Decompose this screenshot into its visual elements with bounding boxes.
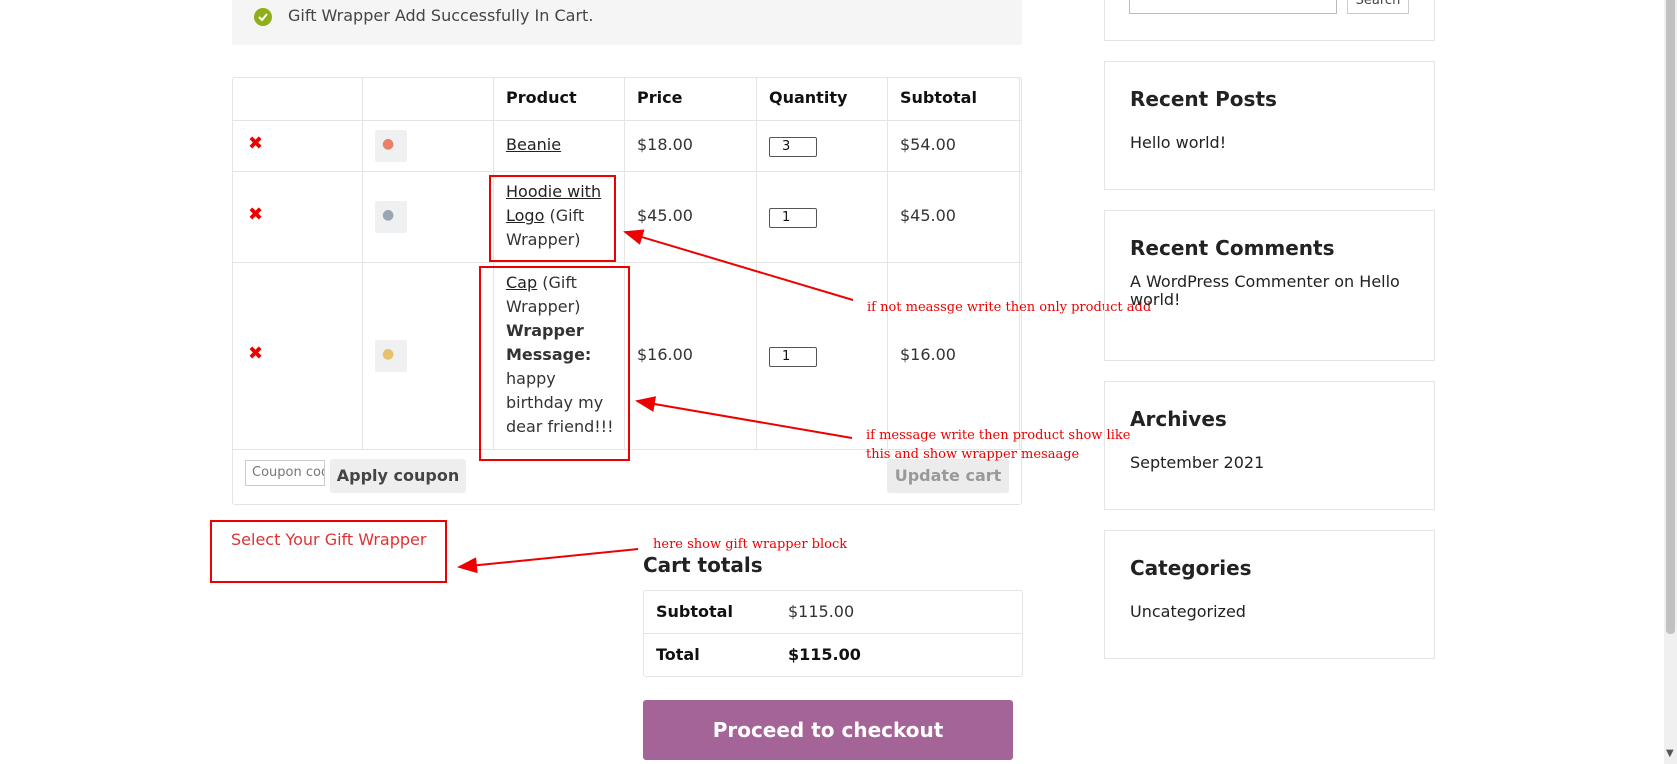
subtotal-value: $115.00 <box>788 602 855 621</box>
cart-totals-title: Cart totals <box>643 553 763 577</box>
subtotal-label: Subtotal <box>656 602 733 621</box>
annotation-note: this and show wrapper mesaage <box>866 447 1080 462</box>
comment-post-link[interactable]: world! <box>1130 290 1180 309</box>
comment-post-link[interactable]: Hello <box>1359 272 1400 291</box>
archives-widget: Archives September 2021 <box>1104 381 1435 510</box>
select-gift-wrapper[interactable]: Select Your Gift Wrapper <box>231 530 426 549</box>
proceed-to-checkout-button[interactable]: Proceed to checkout <box>643 700 1013 760</box>
recent-posts-widget: Recent Posts Hello world! <box>1104 61 1435 190</box>
comment-on: on <box>1329 272 1360 291</box>
total-value: $115.00 <box>788 645 861 664</box>
annotation-note: here show gift wrapper block <box>653 537 848 552</box>
recent-comments-widget: Recent Comments A WordPress Commenter on… <box>1104 210 1435 361</box>
comment-author-link[interactable]: A WordPress Commenter <box>1130 272 1329 291</box>
scroll-down-icon[interactable]: ▼ <box>1666 748 1674 759</box>
widget-title: Recent Posts <box>1130 87 1277 111</box>
widget-title: Recent Comments <box>1130 236 1335 260</box>
categories-widget: Categories Uncategorized <box>1104 530 1435 659</box>
widget-title: Archives <box>1130 407 1227 431</box>
recent-post-link[interactable]: Hello world! <box>1130 134 1226 152</box>
category-link[interactable]: Uncategorized <box>1130 603 1246 621</box>
widget-title: Categories <box>1130 556 1252 580</box>
total-label: Total <box>656 645 700 664</box>
row-divider <box>643 633 1023 634</box>
recent-comment: A WordPress Commenter on Hello world! <box>1130 273 1420 309</box>
scrollbar-thumb[interactable] <box>1666 0 1675 634</box>
search-input[interactable] <box>1129 0 1337 14</box>
search-button[interactable]: Search <box>1347 0 1409 14</box>
archive-link[interactable]: September 2021 <box>1130 454 1264 472</box>
annotation-note: if message write then product show like <box>866 428 1131 443</box>
